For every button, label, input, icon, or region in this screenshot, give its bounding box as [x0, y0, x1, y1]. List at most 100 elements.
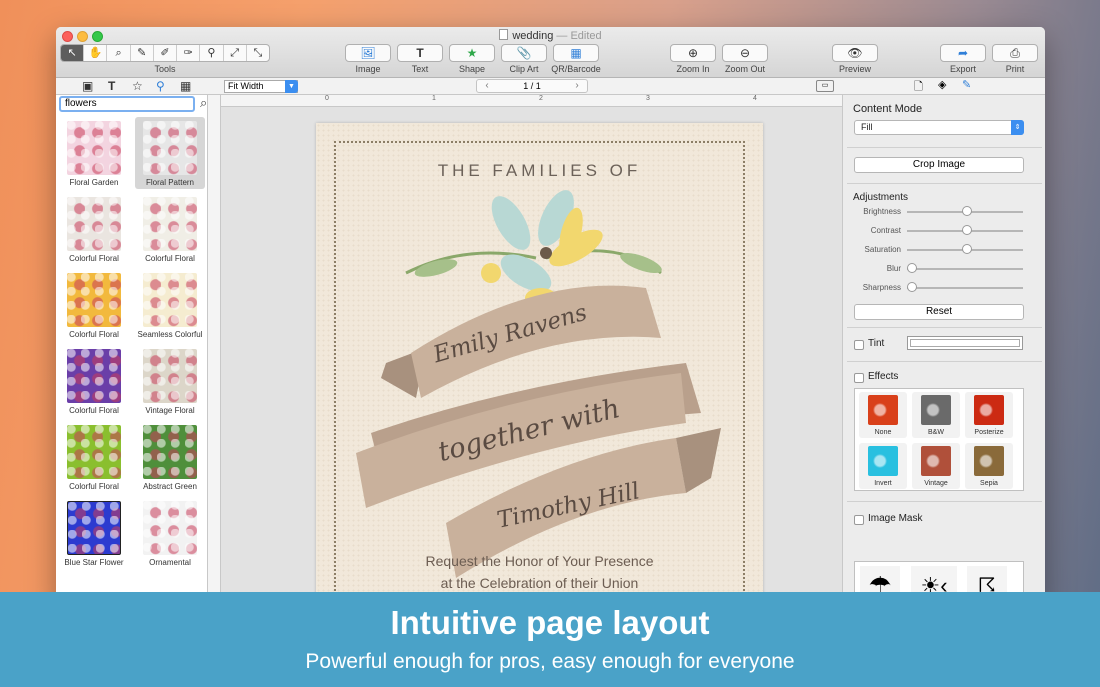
- clip-art-item[interactable]: Floral Pattern: [135, 117, 205, 189]
- text-button-label: Text: [411, 64, 429, 74]
- crop-image-button[interactable]: Crop Image: [854, 157, 1024, 173]
- clip-art-item[interactable]: Ornamental: [135, 497, 205, 569]
- line-tool-icon[interactable]: ⤢: [224, 45, 247, 61]
- effect-label: Invert: [874, 480, 892, 487]
- content-mode-select[interactable]: Fill ⇕: [854, 120, 1024, 135]
- vertical-ruler: [208, 95, 221, 607]
- effects-checkbox[interactable]: [854, 373, 864, 383]
- zoom-select[interactable]: Fit Width ▼: [224, 80, 298, 93]
- search-icon[interactable]: ⌕: [200, 95, 207, 111]
- pencil-tool-icon[interactable]: ✐: [154, 45, 178, 61]
- qr-tab-icon[interactable]: ▦: [180, 79, 191, 93]
- brush-tool-icon[interactable]: ✑: [177, 45, 201, 61]
- clip-art-thumbnail: [67, 501, 121, 555]
- clip-art-item[interactable]: Vintage Floral: [135, 345, 205, 417]
- request-line-2[interactable]: at the Celebration of their Union: [316, 575, 763, 591]
- promo-banner: Intuitive page layout Powerful enough fo…: [0, 592, 1100, 687]
- ruler-mark-2: 2: [539, 95, 543, 102]
- clip-art-item[interactable]: Seamless Colorful: [135, 269, 205, 341]
- slider-track[interactable]: [907, 287, 1023, 289]
- slider-knob[interactable]: [962, 225, 972, 235]
- page-navigator: ‹ 1 / 1 ›: [476, 79, 588, 93]
- effect-label: None: [874, 429, 892, 436]
- text-icon[interactable]: T: [397, 44, 443, 62]
- effect-option[interactable]: Posterize: [965, 392, 1013, 438]
- clip-art-icon[interactable]: 📎: [501, 44, 547, 62]
- app-window: wedding — Edited ↖ ✋ ⌕ ✎ ✐ ✑ ⚲ ⤢ ⤡ Tools…: [56, 27, 1045, 607]
- qr-barcode-icon[interactable]: ▦: [553, 44, 599, 62]
- shape-icon[interactable]: ★: [449, 44, 495, 62]
- clip-tab-icon[interactable]: ⚲: [156, 79, 165, 93]
- effect-option[interactable]: B&W: [912, 392, 960, 438]
- zoom-tool-icon[interactable]: ⌕: [107, 45, 131, 61]
- slider-knob[interactable]: [907, 263, 917, 273]
- clip-art-label: Abstract Green: [143, 482, 197, 491]
- effect-thumbnail: [921, 446, 951, 476]
- image-mask-checkbox[interactable]: [854, 515, 864, 525]
- preview-icon[interactable]: 👁: [832, 44, 878, 62]
- sidebar-toggle-icon[interactable]: ▭: [816, 80, 834, 92]
- effect-option[interactable]: Invert: [859, 443, 907, 489]
- export-button-label: Export: [949, 64, 976, 74]
- next-page-icon[interactable]: ›: [567, 80, 587, 92]
- clip-art-thumbnail: [67, 425, 121, 479]
- layers-tab-icon[interactable]: ◈: [938, 78, 946, 91]
- adjustments-label: Adjustments: [853, 192, 909, 203]
- document-icon: [499, 29, 509, 40]
- effect-option[interactable]: None: [859, 392, 907, 438]
- clip-art-thumbnail: [67, 197, 121, 251]
- clip-art-item[interactable]: Colorful Floral: [59, 345, 129, 417]
- hand-tool-icon[interactable]: ✋: [84, 45, 108, 61]
- edit-tab-icon[interactable]: ✎: [962, 78, 971, 91]
- pen-tool-icon[interactable]: ✎: [131, 45, 154, 61]
- clip-art-item[interactable]: Floral Garden: [59, 117, 129, 189]
- clip-art-item[interactable]: Colorful Floral: [59, 193, 129, 265]
- window-title: wedding — Edited: [56, 29, 1045, 42]
- effect-option[interactable]: Sepia: [965, 443, 1013, 489]
- effect-label: Posterize: [974, 429, 1004, 436]
- clip-art-item[interactable]: Colorful Floral: [59, 421, 129, 493]
- clip-art-label: Colorful Floral: [145, 254, 195, 263]
- divider: [847, 361, 1042, 362]
- text-tab-icon[interactable]: T: [108, 79, 115, 93]
- clip-art-item[interactable]: Abstract Green: [135, 421, 205, 493]
- clip-art-item[interactable]: Blue Star Flower: [59, 497, 129, 569]
- clip-art-thumbnail: [67, 349, 121, 403]
- tools-segmented-control: ↖ ✋ ⌕ ✎ ✐ ✑ ⚲ ⤢ ⤡: [60, 44, 270, 62]
- ruler-mark-3: 3: [646, 95, 650, 102]
- effect-label: Vintage: [924, 480, 948, 487]
- photo-tab-icon[interactable]: ▣: [82, 79, 93, 93]
- search-input[interactable]: flowers: [59, 96, 195, 112]
- ribbon-art: [356, 190, 721, 578]
- tint-checkbox[interactable]: [854, 340, 864, 350]
- zoom-in-icon[interactable]: ⊕: [670, 44, 716, 62]
- image-icon[interactable]: 🖼: [345, 44, 391, 62]
- star-tab-icon[interactable]: ☆: [132, 79, 143, 93]
- slider-knob[interactable]: [962, 244, 972, 254]
- effects-label: Effects: [868, 371, 899, 382]
- slider-knob[interactable]: [907, 282, 917, 292]
- print-icon[interactable]: ⎙: [992, 44, 1038, 62]
- content-mode-value: Fill: [861, 122, 873, 132]
- connector-tool-icon[interactable]: ⤡: [247, 45, 269, 61]
- slider-label: Brightness: [863, 207, 901, 216]
- sub-toolbar: ▣ T ☆ ⚲ ▦ Fit Width ▼ ‹ 1 / 1 › ▭ 🗋 ◈ ✎: [56, 78, 1045, 95]
- invitation-page[interactable]: THE FAMILIES OF Emily Ravens together wi…: [316, 123, 763, 607]
- tint-color-well[interactable]: [907, 336, 1023, 350]
- effect-option[interactable]: Vintage: [912, 443, 960, 489]
- zoom-out-icon[interactable]: ⊖: [722, 44, 768, 62]
- effect-thumbnail: [974, 446, 1004, 476]
- select-tool-icon[interactable]: ↖: [61, 45, 85, 61]
- export-icon[interactable]: ➦: [940, 44, 986, 62]
- clip-art-item[interactable]: Colorful Floral: [59, 269, 129, 341]
- reset-button[interactable]: Reset: [854, 304, 1024, 320]
- slider-track[interactable]: [907, 268, 1023, 270]
- tools-label: Tools: [154, 64, 176, 74]
- slider-knob[interactable]: [962, 206, 972, 216]
- prev-page-icon[interactable]: ‹: [477, 80, 497, 92]
- clip-art-item[interactable]: Colorful Floral: [135, 193, 205, 265]
- request-line-1[interactable]: Request the Honor of Your Presence: [316, 553, 763, 569]
- compass-tool-icon[interactable]: ⚲: [200, 45, 224, 61]
- divider: [847, 183, 1042, 184]
- effect-thumbnail: [921, 395, 951, 425]
